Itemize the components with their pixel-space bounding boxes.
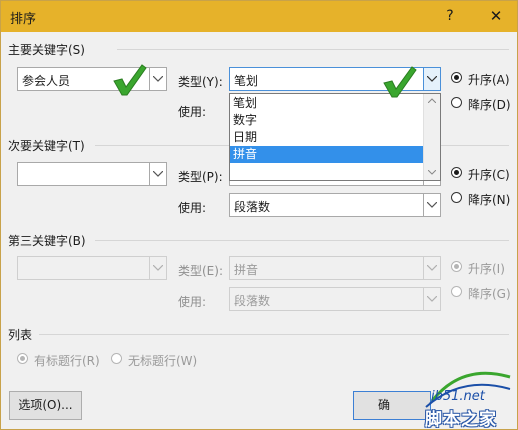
title-bar[interactable]: 排序 ? ✕ (1, 1, 517, 32)
check-mark-icon (113, 64, 147, 96)
scroll-down-icon[interactable] (428, 170, 436, 175)
sort-dialog: 排序 ? ✕ 主要关键字(S) 参会人员 类型(Y): 笔划 使用: 升序(A)… (0, 0, 518, 430)
dropdown-option-date[interactable]: 日期 (230, 129, 423, 146)
primary-type-value: 笔划 (234, 74, 259, 88)
type-dropdown-list[interactable]: 笔划 数字 日期 拼音 (229, 93, 441, 181)
third-key-dropdown-arrow[interactable] (149, 257, 166, 279)
primary-type-dropdown-arrow[interactable] (423, 68, 440, 90)
close-button[interactable]: ✕ (486, 6, 506, 26)
third-separator (95, 240, 509, 241)
radio-dot (451, 261, 462, 272)
third-use-dropdown-arrow[interactable] (423, 288, 440, 310)
primary-descending-label: 降序(D) (468, 98, 511, 112)
primary-key-value: 参会人员 (22, 74, 71, 88)
secondary-key-select[interactable] (17, 162, 167, 186)
dropdown-option-number[interactable]: 数字 (230, 112, 423, 129)
dropdown-scrollbar[interactable] (423, 94, 440, 180)
radio-dot (451, 286, 462, 297)
secondary-key-group-label: 次要关键字(T) (8, 139, 85, 153)
list-group-label: 列表 (8, 328, 33, 342)
radio-dot (451, 167, 462, 178)
options-button[interactable]: 选项(O)... (9, 391, 82, 420)
radio-dot (17, 353, 28, 364)
list-separator (39, 334, 509, 335)
third-key-select[interactable] (17, 256, 167, 280)
radio-dot (451, 192, 462, 203)
chevron-down-icon (427, 296, 437, 302)
secondary-descending-label: 降序(N) (468, 193, 511, 207)
third-descending-label: 降序(G) (468, 287, 511, 301)
has-header-row-label: 有标题行(R) (34, 354, 100, 368)
secondary-use-label: 使用: (178, 201, 207, 215)
chevron-down-icon (153, 265, 163, 271)
third-type-dropdown-arrow[interactable] (423, 257, 440, 279)
third-key-group-label: 第三关键字(B) (8, 234, 86, 248)
watermark-site: jb51.net (431, 389, 485, 404)
chevron-down-icon (153, 76, 163, 82)
no-header-row-label: 无标题行(W) (128, 354, 198, 368)
secondary-use-select[interactable]: 段落数 (229, 193, 441, 217)
radio-dot (451, 72, 462, 83)
primary-ascending-label: 升序(A) (468, 73, 510, 87)
radio-dot (111, 353, 122, 364)
radio-dot (451, 97, 462, 108)
check-mark-icon (383, 66, 417, 98)
scroll-up-icon[interactable] (428, 98, 436, 103)
help-button[interactable]: ? (442, 6, 458, 26)
chevron-down-icon (427, 202, 437, 208)
third-type-select[interactable]: 拼音 (229, 256, 441, 280)
watermark-name: 脚本之家 (425, 410, 497, 430)
chevron-down-icon (153, 171, 163, 177)
third-use-select[interactable]: 段落数 (229, 287, 441, 311)
primary-type-label: 类型(Y): (178, 75, 223, 89)
secondary-use-dropdown-arrow[interactable] (423, 194, 440, 216)
primary-use-label: 使用: (178, 105, 207, 119)
third-use-label: 使用: (178, 295, 207, 309)
third-type-label: 类型(E): (178, 264, 223, 278)
secondary-ascending-label: 升序(C) (468, 168, 510, 182)
primary-separator (117, 49, 509, 50)
primary-key-dropdown-arrow[interactable] (149, 68, 166, 90)
third-ascending-label: 升序(I) (468, 262, 505, 276)
chevron-down-icon (427, 76, 437, 82)
dialog-title: 排序 (10, 12, 37, 27)
third-use-value: 段落数 (234, 294, 271, 308)
secondary-use-value: 段落数 (234, 200, 271, 214)
secondary-type-label: 类型(P): (178, 170, 223, 184)
third-type-value: 拼音 (234, 263, 259, 277)
dropdown-option-pinyin[interactable]: 拼音 (230, 146, 423, 163)
primary-key-group-label: 主要关键字(S) (8, 43, 85, 57)
secondary-key-dropdown-arrow[interactable] (149, 163, 166, 185)
chevron-down-icon (427, 265, 437, 271)
